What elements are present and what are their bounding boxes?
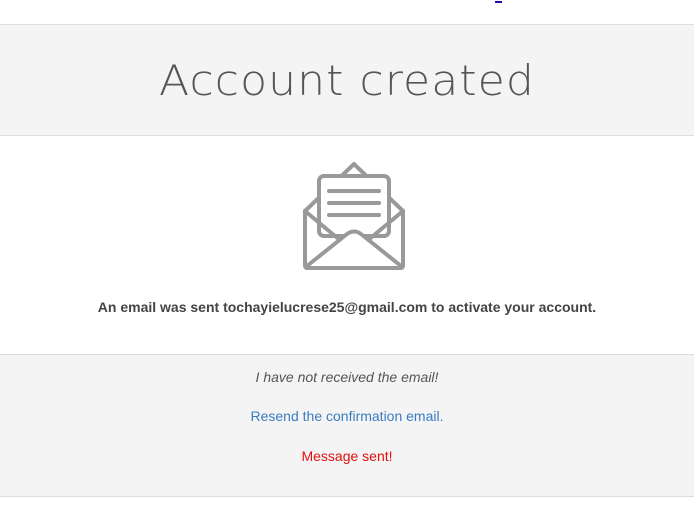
- page: Account created An email was sent tochay…: [0, 0, 694, 511]
- top-link-fragment[interactable]: [495, 1, 502, 3]
- not-received-text: I have not received the email!: [255, 369, 439, 385]
- top-strip: [0, 0, 694, 25]
- email-sent-message: An email was sent tochayielucrese25@gmai…: [97, 299, 597, 315]
- header: Account created: [0, 25, 694, 136]
- resend-section: I have not received the email! Resend th…: [0, 354, 694, 497]
- status-message: Message sent!: [301, 448, 393, 464]
- confirmation-section: An email was sent tochayielucrese25@gmai…: [0, 136, 694, 354]
- resend-confirmation-link[interactable]: Resend the confirmation email.: [0, 408, 694, 424]
- envelope-open-icon: [303, 162, 405, 270]
- page-title: Account created: [159, 55, 535, 105]
